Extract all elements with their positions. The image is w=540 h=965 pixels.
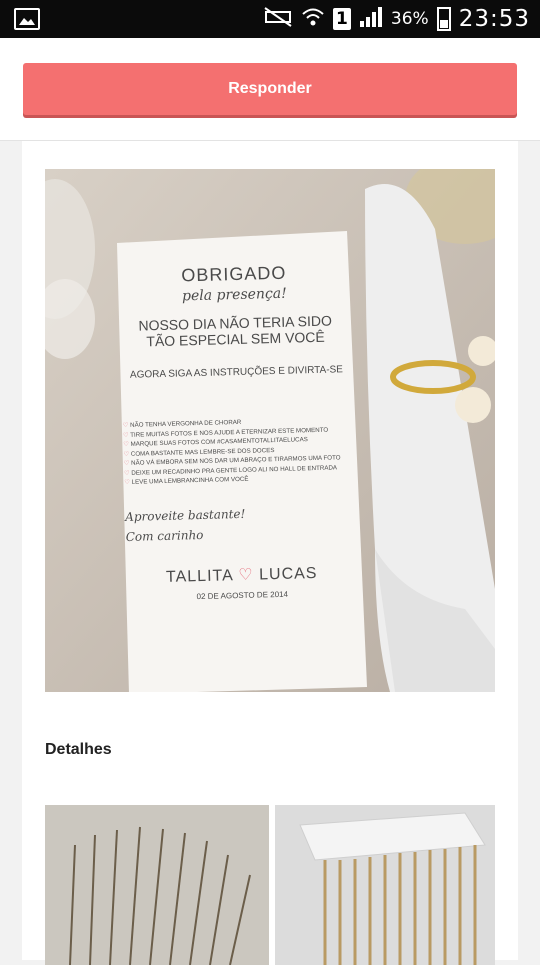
image-notification-icon — [14, 8, 40, 30]
card-instructions: AGORA SIGA AS INSTRUÇÕES E DIVIRTA-SE — [129, 364, 344, 381]
card-subtitle: pela presença! — [181, 285, 287, 305]
card-list: ♡ NÃO TENHA VERGONHA DE CHORAR ♡ TIRE MU… — [123, 415, 355, 487]
details-heading: Detalhes — [45, 741, 112, 758]
clock: 23:53 — [458, 6, 530, 32]
thank-you-card-photo[interactable]: OBRIGADO pela presença! NOSSO DIA NÃO TE… — [45, 169, 495, 692]
battery-percent: 36% — [390, 9, 429, 29]
card-closing-2: Com carinho — [125, 527, 204, 544]
mute-icon — [263, 6, 293, 32]
signal-icon — [359, 6, 383, 32]
sim-slot-badge: 1 — [332, 8, 351, 30]
details-photo[interactable] — [45, 805, 495, 965]
top-action-bar: Responder — [0, 38, 540, 141]
details-photo-illustration — [45, 805, 495, 965]
reply-button[interactable]: Responder — [23, 63, 517, 115]
heart-icon: ♡ — [238, 566, 254, 584]
status-bar: 1 36% 23:53 — [0, 0, 540, 38]
card-couple: TALLITA ♡ LUCAS — [165, 564, 318, 586]
post-card: OBRIGADO pela presença! NOSSO DIA NÃO TE… — [22, 141, 518, 965]
card-closing-1: Aproveite bastante! — [124, 506, 246, 524]
battery-icon — [436, 7, 451, 31]
card-text: OBRIGADO pela presença! NOSSO DIA NÃO TE… — [119, 261, 358, 602]
wifi-icon — [301, 5, 325, 33]
